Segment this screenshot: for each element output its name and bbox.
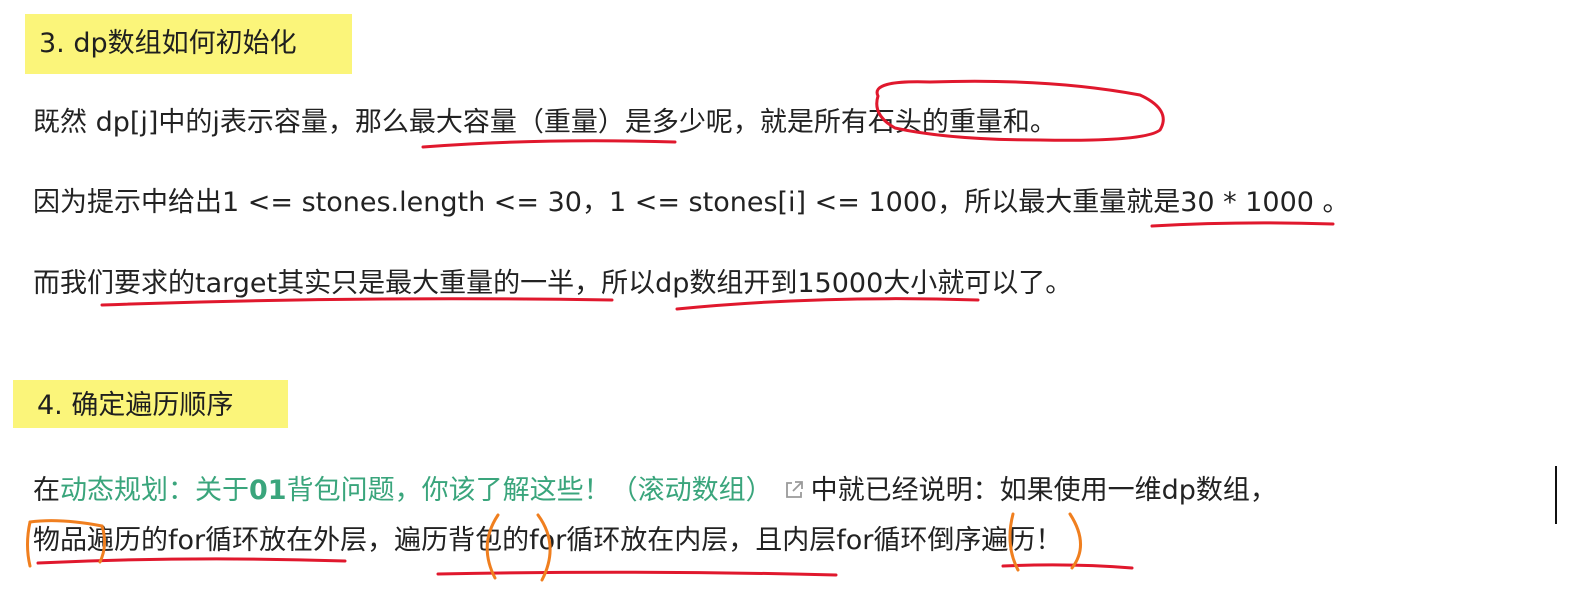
underline-max-weight (1150, 221, 1335, 228)
underline-reverse (1001, 563, 1134, 570)
section-4-heading-text: 4. 确定遍历顺序 (37, 390, 234, 421)
section-3-heading: 3. dp数组如何初始化 (25, 14, 352, 74)
paragraph-hint: 因为提示中给出1 <= stones.length <= 30，1 <= sto… (33, 187, 1350, 218)
link-text-part-2: 背包问题，你该了解这些！（滚动数组） (286, 475, 773, 506)
text-cursor (1555, 466, 1557, 524)
paragraph-target: 而我们要求的target其实只是最大重量的一半，所以dp数组开到15000大小就… (33, 268, 1073, 299)
external-link-icon[interactable] (783, 479, 805, 501)
section-3-heading-text: 3. dp数组如何初始化 (39, 28, 297, 59)
paragraph-capacity: 既然 dp[j]中的j表示容量，那么最大容量（重量）是多少呢，就是所有石头的重量… (33, 107, 1057, 138)
rolling-array-article-link[interactable]: 动态规划：关于01背包问题，你该了解这些！（滚动数组） (60, 475, 773, 506)
underline-inner-loop (436, 570, 838, 577)
paragraph-traversal-rule: 物品遍历的for循环放在外层，遍历背包的for循环放在内层，且内层for循环倒序… (33, 525, 1063, 556)
traversal-intro-prefix: 在 (33, 475, 60, 506)
paragraph-traversal-intro: 在动态规划：关于01背包问题，你该了解这些！（滚动数组） 中就已经说明：如果使用… (33, 471, 1277, 511)
link-text-bold: 01 (249, 475, 287, 506)
link-text-part-1: 动态规划：关于 (60, 475, 249, 506)
traversal-intro-suffix: 中就已经说明：如果使用一维dp数组， (810, 475, 1277, 506)
section-4-heading: 4. 确定遍历顺序 (13, 380, 288, 428)
